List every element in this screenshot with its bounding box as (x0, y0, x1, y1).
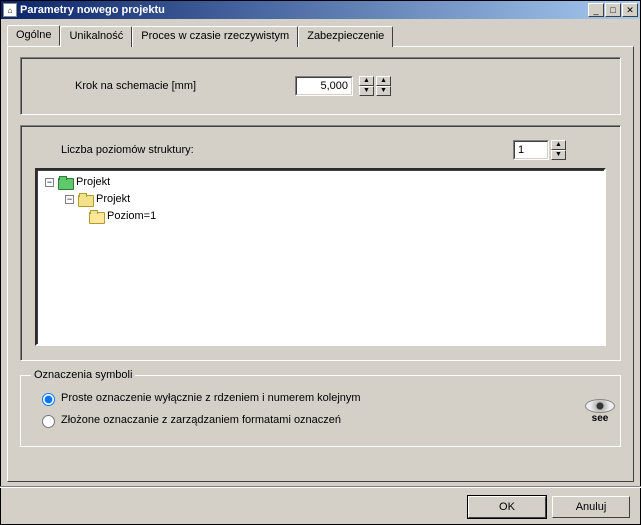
radio-simple-row[interactable]: Proste oznaczenie wyłącznie z rdzeniem i… (37, 390, 608, 406)
tree-leaf-label: Poziom=1 (107, 210, 156, 222)
radio-complex[interactable] (42, 415, 55, 428)
levels-input[interactable] (514, 141, 548, 159)
panel-levels: Liczba poziomów struktury: ▲ ▼ − (20, 125, 621, 361)
levels-input-wrap (513, 140, 549, 160)
radio-complex-row[interactable]: Złożone oznaczanie z zarządzaniem format… (37, 412, 608, 428)
step-minor-up-button[interactable]: ▲ (376, 76, 391, 86)
step-input-wrap (295, 76, 353, 96)
ok-button[interactable]: OK (468, 496, 546, 518)
see-logo-text: see (583, 413, 617, 424)
folder-green-icon (58, 176, 72, 188)
separator (0, 486, 641, 488)
step-major-down-button[interactable]: ▼ (359, 86, 374, 96)
structure-tree[interactable]: − Projekt − Projekt Poziom=1 (35, 168, 606, 346)
symbols-legend: Oznaczenia symboli (31, 369, 135, 381)
tab-general[interactable]: Ogólne (7, 25, 60, 46)
tab-uniqueness[interactable]: Unikalność (60, 26, 132, 47)
radio-complex-label: Złożone oznaczanie z zarządzaniem format… (61, 414, 341, 426)
levels-up-button[interactable]: ▲ (551, 140, 566, 150)
radio-simple-label: Proste oznaczenie wyłącznie z rdzeniem i… (61, 392, 361, 404)
folder-icon (78, 193, 92, 205)
window-title: Parametry nowego projektu (20, 4, 588, 16)
levels-down-button[interactable]: ▼ (551, 150, 566, 160)
radio-simple[interactable] (42, 393, 55, 406)
step-input[interactable] (296, 77, 352, 95)
app-icon: ⌂ (3, 3, 17, 17)
tree-root[interactable]: − Projekt (39, 174, 602, 190)
dialog-window: ⌂ Parametry nowego projektu _ □ ✕ Ogólne… (0, 0, 641, 525)
tree-collapse-icon[interactable]: − (65, 195, 74, 204)
cancel-button[interactable]: Anuluj (552, 496, 630, 518)
tree-child[interactable]: − Projekt (39, 191, 602, 207)
tree-root-label: Projekt (76, 176, 110, 188)
step-minor-down-button[interactable]: ▼ (376, 86, 391, 96)
see-logo: see (583, 399, 617, 429)
client-area: Ogólne Unikalność Proces w czasie rzeczy… (1, 19, 640, 524)
title-bar: ⌂ Parametry nowego projektu _ □ ✕ (1, 1, 640, 19)
window-controls: _ □ ✕ (588, 3, 638, 17)
maximize-button[interactable]: □ (605, 3, 621, 17)
tree-collapse-icon[interactable]: − (45, 178, 54, 187)
levels-label: Liczba poziomów struktury: (35, 144, 245, 156)
tab-bar: Ogólne Unikalność Proces w czasie rzeczy… (7, 25, 634, 46)
close-button[interactable]: ✕ (622, 3, 638, 17)
step-label: Krok na schemacie [mm] (35, 80, 245, 92)
tree-leaf[interactable]: Poziom=1 (39, 208, 602, 224)
tree-child-label: Projekt (96, 193, 130, 205)
tab-page-general: Krok na schemacie [mm] ▲ ▼ ▲ ▼ (7, 46, 634, 482)
minimize-button[interactable]: _ (588, 3, 604, 17)
symbols-fieldset: Oznaczenia symboli Proste oznaczenie wył… (20, 375, 621, 447)
panel-step: Krok na schemacie [mm] ▲ ▼ ▲ ▼ (20, 57, 621, 115)
eye-icon (585, 399, 615, 413)
step-major-up-button[interactable]: ▲ (359, 76, 374, 86)
folder-open-icon (89, 210, 103, 222)
dialog-buttons: OK Anuluj (7, 490, 634, 518)
tab-realtime[interactable]: Proces w czasie rzeczywistym (132, 26, 298, 47)
tab-security[interactable]: Zabezpieczenie (298, 26, 393, 47)
